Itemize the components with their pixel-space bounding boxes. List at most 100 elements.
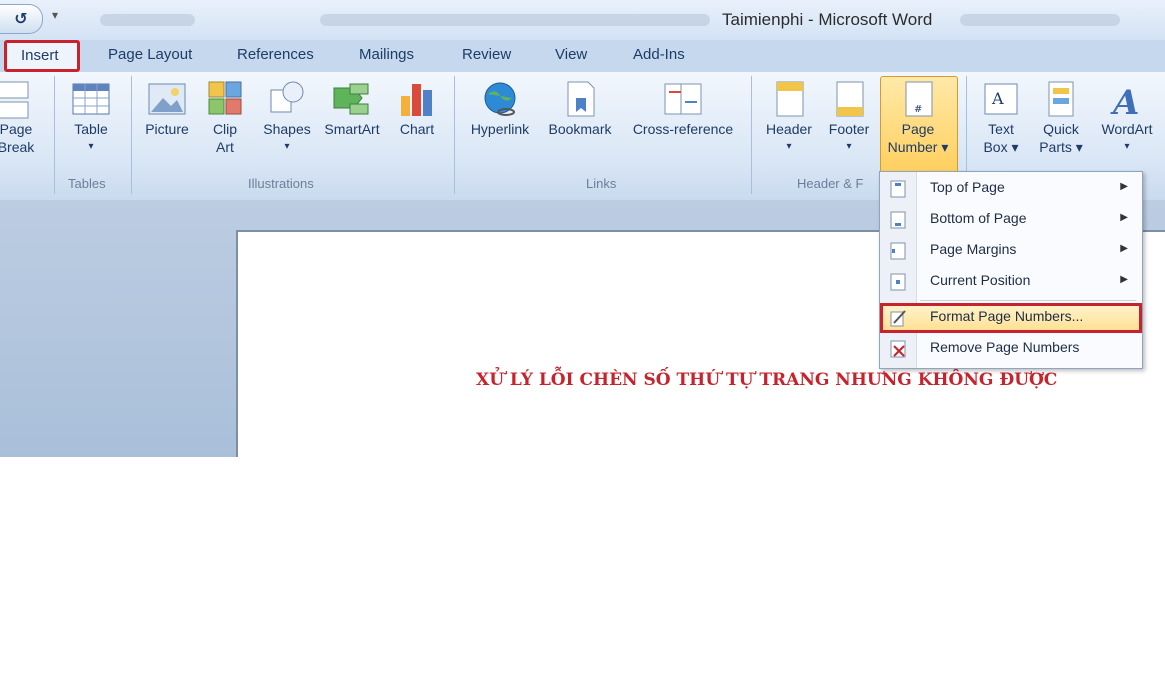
- group-divider: [751, 76, 752, 194]
- chevron-down-icon: ▾: [88, 141, 94, 152]
- ribbon-tabs: Insert Page Layout References Mailings R…: [0, 40, 1165, 72]
- svg-text:A: A: [991, 89, 1004, 108]
- document-heading: XỬ LÝ LỖI CHÈN SỐ THỨ TỰ TRANG NHƯNG KHÔ…: [476, 370, 1058, 390]
- tab-view[interactable]: View: [555, 46, 587, 63]
- chevron-down-icon: ▾: [284, 141, 290, 152]
- current-position-icon: [890, 273, 906, 291]
- button-label: Clip: [212, 121, 238, 137]
- clip-art-button[interactable]: Clip Art: [202, 78, 248, 156]
- menu-item-label: Format Page Numbers...: [930, 308, 1084, 324]
- quick-parts-button[interactable]: Quick Parts ▾: [1034, 78, 1088, 156]
- submenu-arrow-icon: ▶: [1120, 274, 1128, 285]
- qat-dropdown-icon[interactable]: ▾: [52, 8, 58, 22]
- wordart-icon: A: [1107, 78, 1147, 123]
- header-button[interactable]: Header ▾: [760, 78, 818, 156]
- chart-icon: [397, 78, 437, 120]
- text-box-icon: A: [981, 78, 1021, 120]
- page-number-menu: Top of Page ▶ Bottom of Page ▶ Page Marg…: [879, 171, 1143, 369]
- blurred-title-fragment: [960, 14, 1120, 26]
- svg-text:#: #: [914, 104, 922, 115]
- bookmark-button[interactable]: Bookmark: [542, 78, 618, 138]
- submenu-arrow-icon: ▶: [1120, 181, 1128, 192]
- tab-review[interactable]: Review: [462, 46, 511, 63]
- button-label: WordArt: [1101, 121, 1153, 137]
- button-label: Header: [766, 121, 812, 137]
- undo-icon[interactable]: ↺: [0, 4, 43, 34]
- group-label-illustrations: Illustrations: [248, 176, 314, 191]
- menu-item-format-page-numbers[interactable]: Format Page Numbers...: [880, 303, 1142, 333]
- shapes-button[interactable]: Shapes ▾: [258, 78, 316, 156]
- submenu-arrow-icon: ▶: [1120, 243, 1128, 254]
- button-label: Hyperlink: [470, 121, 530, 137]
- tab-references[interactable]: References: [237, 46, 314, 63]
- page-number-icon: #: [898, 78, 938, 120]
- button-label: Art: [216, 139, 234, 155]
- tab-page-layout[interactable]: Page Layout: [108, 46, 192, 63]
- group-divider: [131, 76, 132, 194]
- page-margins-icon: [890, 242, 906, 260]
- group-label-header-footer: Header & F: [797, 176, 864, 191]
- blurred-title-fragment: [100, 14, 195, 26]
- page-break-icon: [0, 78, 36, 120]
- button-label: Table: [74, 121, 108, 137]
- menu-item-label: Page Margins: [930, 241, 1017, 257]
- menu-item-page-margins[interactable]: Page Margins ▶: [880, 236, 1142, 266]
- text-box-button[interactable]: A Text Box ▾: [976, 78, 1026, 156]
- format-page-numbers-icon: [890, 309, 906, 327]
- page-break-button[interactable]: Page Break: [0, 78, 38, 156]
- table-icon: [71, 78, 111, 120]
- tab-add-ins[interactable]: Add-Ins: [633, 46, 685, 63]
- picture-button[interactable]: Picture: [140, 78, 194, 138]
- cross-reference-icon: [663, 78, 703, 120]
- table-button[interactable]: Table ▾: [66, 78, 116, 156]
- smartart-button[interactable]: SmartArt: [318, 78, 386, 138]
- button-label: Shapes: [263, 121, 311, 137]
- group-divider: [54, 76, 55, 194]
- hyperlink-button[interactable]: Hyperlink: [464, 78, 536, 138]
- menu-item-current-position[interactable]: Current Position ▶: [880, 267, 1142, 297]
- button-label: Chart: [399, 121, 435, 137]
- blurred-title-fragment: [320, 14, 710, 26]
- smartart-icon: [332, 78, 372, 120]
- globe-icon: [480, 78, 520, 120]
- wordart-button[interactable]: A WordArt ▾: [1092, 78, 1162, 156]
- footer-icon: [829, 78, 869, 120]
- chart-button[interactable]: Chart: [394, 78, 440, 138]
- group-label-links: Links: [586, 176, 617, 191]
- footer-button[interactable]: Footer ▾: [820, 78, 878, 156]
- title-bar: ↺ ▾ Taimienphi - Microsoft Word: [0, 0, 1165, 40]
- menu-item-remove-page-numbers[interactable]: Remove Page Numbers: [880, 334, 1142, 364]
- menu-item-label: Bottom of Page: [930, 210, 1027, 226]
- menu-item-top-of-page[interactable]: Top of Page ▶: [880, 174, 1142, 204]
- quick-parts-icon: [1041, 78, 1081, 120]
- tab-insert[interactable]: Insert: [4, 40, 80, 72]
- button-label: Break: [0, 139, 35, 155]
- menu-item-label: Top of Page: [930, 179, 1005, 195]
- button-label: SmartArt: [324, 121, 380, 137]
- page-number-button[interactable]: # Page Number ▾: [880, 78, 956, 156]
- header-icon: [769, 78, 809, 120]
- cross-reference-button[interactable]: Cross-reference: [624, 78, 742, 138]
- button-label: Footer: [828, 121, 870, 137]
- page-bottom-icon: [890, 211, 906, 229]
- tab-label: Insert: [21, 47, 59, 64]
- tab-mailings[interactable]: Mailings: [359, 46, 414, 63]
- shapes-icon: [267, 78, 307, 120]
- remove-page-numbers-icon: [890, 340, 906, 358]
- group-label-tables: Tables: [68, 176, 106, 191]
- group-divider: [454, 76, 455, 194]
- svg-text:A: A: [1110, 83, 1139, 120]
- button-label: Parts ▾: [1039, 139, 1083, 155]
- button-label: Page: [0, 121, 33, 137]
- page-top-icon: [890, 180, 906, 198]
- window-title: Taimienphi - Microsoft Word: [722, 10, 933, 29]
- clip-art-icon: [205, 78, 245, 120]
- button-label: Page: [901, 121, 935, 137]
- chevron-down-icon: ▾: [786, 141, 792, 152]
- menu-item-label: Current Position: [930, 272, 1031, 288]
- bookmark-icon: [560, 78, 600, 120]
- submenu-arrow-icon: ▶: [1120, 212, 1128, 223]
- menu-item-bottom-of-page[interactable]: Bottom of Page ▶: [880, 205, 1142, 235]
- chevron-down-icon: ▾: [846, 141, 852, 152]
- picture-icon: [147, 78, 187, 120]
